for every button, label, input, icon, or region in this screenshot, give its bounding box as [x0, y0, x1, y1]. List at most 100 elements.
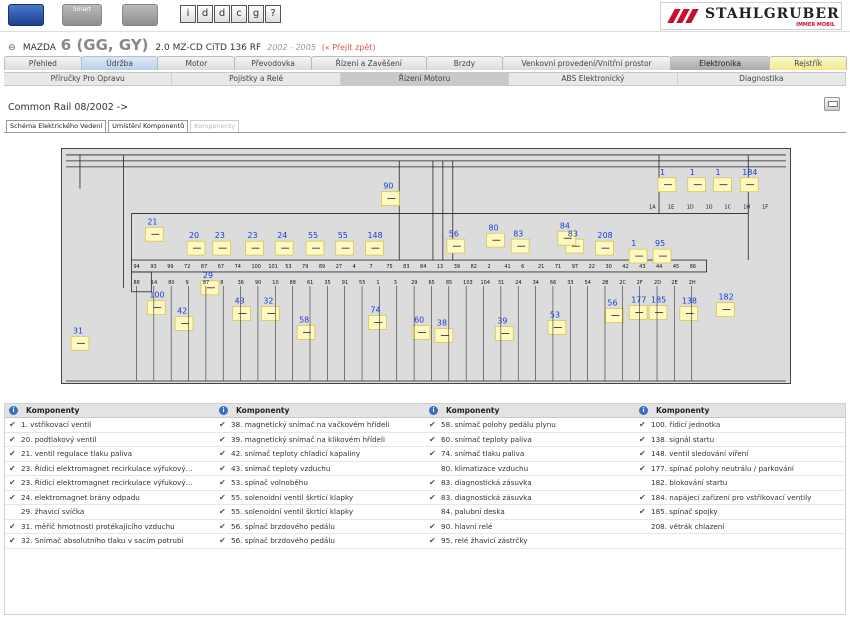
component-row[interactable]: ✔ 100. řídicí jednotka — [635, 418, 845, 433]
component-row[interactable]: 80. klimatizace vzduchu — [425, 462, 635, 476]
tab-elektronika[interactable]: Elektronika — [669, 56, 771, 70]
pin-label: 82 — [471, 264, 477, 270]
component-row[interactable]: ✔ 23. Řídicí elektromagnet recirkulace vý… — [5, 476, 215, 491]
component-row[interactable]: ✔ 31. měřič hmotnosti protékajícího vzduc… — [5, 520, 215, 534]
component-row[interactable]: ✔ 177. spínač polohy neutrálu / parkování — [635, 462, 845, 476]
pin-label: 85 — [446, 280, 452, 286]
smart-car-button[interactable]: Smart — [62, 4, 102, 26]
components-column: i Komponenty ✔ 38. magnetický snímač na vač… — [215, 404, 425, 562]
check-icon: ✔ — [219, 463, 226, 473]
component-row[interactable]: 182. blokování startu — [635, 476, 845, 491]
component-row[interactable]: ✔ 138. signál startu — [635, 433, 845, 447]
component-number: 24 — [277, 231, 287, 240]
component-number: 80 — [488, 223, 498, 232]
component-row[interactable]: ✔ 38. magnetický snímač na vačkovém hříde… — [215, 418, 425, 433]
car-selector-button[interactable] — [8, 4, 44, 26]
component-row[interactable]: ✔ 90. hlavní relé — [425, 520, 635, 534]
component-label: 23. Řídicí elektromagnet recirkulace výf… — [21, 478, 193, 487]
pin-label: 80 — [168, 280, 174, 286]
component-row[interactable]: ✔ 184. napájecí zařízení pro vstřikovací … — [635, 491, 845, 505]
pin-label: 2F — [637, 280, 643, 286]
tab-motor[interactable]: Motor — [157, 56, 236, 70]
tab-rejstrik[interactable]: Rejstřík — [769, 56, 848, 70]
components-header: i Komponenty — [215, 404, 425, 418]
component-label: 83. diagnostická zásuvka — [441, 492, 532, 502]
component-row[interactable]: ✔ 83. diagnostická zásuvka — [425, 491, 635, 505]
subtab-diagnostika[interactable]: Diagnostika — [678, 73, 847, 85]
component-label: 24. elektromagnet brány odpadu — [21, 492, 140, 502]
pin-label: 53 — [285, 264, 291, 270]
components-header-label: Komponenty — [26, 406, 80, 415]
subtab-prirucky[interactable]: Příručky Pro Opravu — [4, 73, 173, 85]
component-number: 95 — [655, 239, 665, 248]
diagram-tool-icon[interactable]: d — [214, 5, 230, 23]
main-tabs: Přehled Údržba Motor Převodovka Řízení a… — [4, 56, 848, 70]
component-number: 21 — [147, 217, 157, 226]
tab-brzdy[interactable]: Brzdy — [425, 56, 504, 70]
component-row[interactable]: ✔ 32. Snímač absolutního tlaku v sacím po… — [5, 534, 215, 549]
component-number: 23 — [248, 231, 258, 240]
dtab-schema[interactable]: Schéma Elektrického Vedení — [6, 120, 107, 132]
component-row[interactable]: 208. větrák chlazení — [635, 520, 845, 534]
pin-label: 61 — [307, 280, 313, 286]
components-header-label: Komponenty — [446, 406, 500, 415]
subtab-rizeni-motoru[interactable]: Řízení Motoru — [340, 73, 510, 85]
component-row[interactable]: 84. palubní deska — [425, 505, 635, 520]
tab-rizeni[interactable]: Řízení a Zavěšení — [310, 56, 427, 70]
pin-label: 90 — [255, 280, 261, 286]
pin-label: 8 — [220, 280, 223, 286]
pin-label: 103 — [463, 280, 472, 286]
settings-icon[interactable]: g — [248, 5, 264, 23]
tab-udrzba[interactable]: Údržba — [80, 56, 159, 70]
component-row[interactable]: ✔ 185. spínač spojky — [635, 505, 845, 520]
component-row[interactable]: ✔ 95. relé žhavicí zástrčky — [425, 534, 635, 549]
pin-label: 75 — [386, 264, 392, 270]
subtab-pojistky[interactable]: Pojistky a Relé — [172, 73, 341, 85]
tab-prehled[interactable]: Přehled — [4, 56, 82, 70]
print-icon[interactable] — [824, 97, 840, 111]
component-row[interactable]: ✔ 1. vstřikovací ventil — [5, 418, 215, 433]
calculator-icon[interactable]: c — [231, 5, 247, 23]
check-icon: ✔ — [9, 492, 16, 502]
component-row[interactable]: ✔ 42. snímač teploty chladicí kapaliny — [215, 447, 425, 462]
component-row[interactable]: ✔ 55. solenoidní ventil škrticí klapky — [215, 505, 425, 520]
tab-prevodovka[interactable]: Převodovka — [234, 56, 312, 70]
component-row[interactable]: ✔ 74. snímač tlaku paliva — [425, 447, 635, 462]
check-icon: ✔ — [429, 521, 436, 531]
dtab-umisteni[interactable]: Umístění Komponentů — [108, 120, 189, 132]
document-tool-icon[interactable]: d — [197, 5, 213, 23]
component-row[interactable]: ✔ 24. elektromagnet brány odpadu — [5, 491, 215, 505]
back-link[interactable]: (« Přejít zpět) — [322, 43, 376, 52]
component-row[interactable]: ✔ 53. spínač volnoběhu — [215, 476, 425, 491]
component-row[interactable]: ✔ 56. spínač brzdového pedálu — [215, 520, 425, 534]
component-row[interactable]: ✔ 39. magnetický snímač na klikovém hříde… — [215, 433, 425, 447]
component-row[interactable]: ✔ 58. snímač polohy pedálu plynu — [425, 418, 635, 433]
help-icon[interactable]: ? — [265, 5, 281, 23]
truck-button[interactable] — [122, 4, 158, 26]
component-row[interactable]: ✔ 21. ventil regulace tlaku paliva — [5, 447, 215, 462]
component-row[interactable]: ✔ 20. podtlakový ventil — [5, 433, 215, 447]
component-number: 84 — [560, 221, 570, 230]
tab-venkovni[interactable]: Venkovní provedení/Vnitřní prostor — [502, 56, 671, 70]
component-number: 55 — [338, 231, 348, 240]
component-row[interactable]: ✔ 83. diagnostická zásuvka — [425, 476, 635, 491]
check-icon: ✔ — [9, 478, 16, 487]
info-tool-icon[interactable]: i — [180, 5, 196, 23]
component-row[interactable]: ✔ 23. Řídicí elektromagnet recirkulace vý… — [5, 462, 215, 476]
component-row[interactable]: ✔ 55. solenoidní ventil škrticí klapky — [215, 491, 425, 505]
component-label: 29. žhavicí svíčka — [21, 507, 85, 516]
component-number: 38 — [437, 318, 447, 327]
component-label: 39. magnetický snímač na klikovém hřídel… — [231, 434, 385, 444]
component-row[interactable]: 29. žhavicí svíčka — [5, 505, 215, 520]
component-row[interactable]: ✔ 43. snímač teploty vzduchu — [215, 462, 425, 476]
subtab-abs[interactable]: ABS Elektronický — [509, 73, 678, 85]
pin-label: 88 — [134, 280, 140, 286]
component-number: 29 — [203, 271, 213, 280]
component-row[interactable]: ✔ 60. snímač teploty paliva — [425, 433, 635, 447]
check-icon: ✔ — [219, 492, 226, 502]
component-row[interactable]: ✔ 56. spínač brzdového pedálu — [215, 534, 425, 549]
component-label: 21. ventil regulace tlaku paliva — [21, 449, 133, 458]
check-icon: ✔ — [639, 492, 646, 502]
pin-label: 29 — [411, 280, 417, 286]
component-row[interactable]: ✔ 148. ventil sledování víření — [635, 447, 845, 462]
